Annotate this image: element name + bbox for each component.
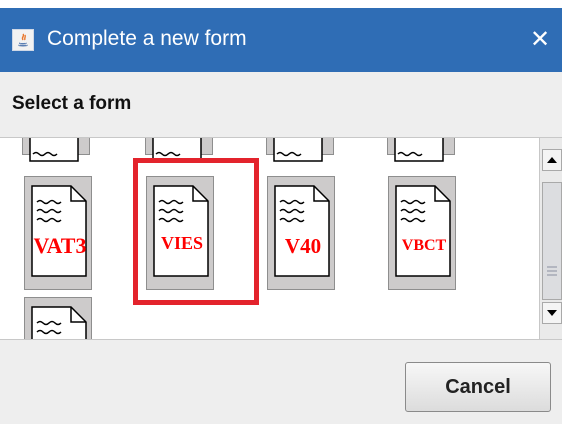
document-icon <box>29 138 79 162</box>
scroll-thumb[interactable] <box>542 182 562 300</box>
vertical-scrollbar[interactable] <box>539 138 562 339</box>
java-icon <box>12 29 34 51</box>
close-button[interactable]: ✕ <box>518 8 562 72</box>
form-tile-partial[interactable] <box>145 138 213 162</box>
selection-highlight <box>133 158 259 305</box>
document-icon <box>394 138 444 162</box>
document-icon <box>273 138 323 162</box>
scroll-down-button[interactable] <box>542 302 562 324</box>
title-bar: Complete a new form ✕ <box>0 8 562 72</box>
scroll-up-button[interactable] <box>542 149 562 171</box>
arrow-up-icon <box>547 157 557 163</box>
form-label: VAT3 <box>33 233 87 258</box>
document-icon <box>31 185 87 277</box>
form-tile-partial[interactable] <box>387 138 455 162</box>
form-tile-vbct[interactable]: VBCT <box>388 176 456 290</box>
form-tile-vat3[interactable]: VAT3 <box>24 176 92 290</box>
form-tile-v40[interactable]: V40 <box>267 176 335 290</box>
grip-icon <box>547 266 557 276</box>
form-label: VBCT <box>401 237 447 254</box>
form-tile-partial[interactable] <box>266 138 334 162</box>
header-panel: Select a form <box>0 72 562 138</box>
button-bar: Cancel <box>0 339 562 424</box>
document-icon <box>395 185 451 277</box>
cancel-button[interactable]: Cancel <box>405 362 551 412</box>
form-grid[interactable]: VAT3 VIES V40 VBCT <box>0 138 562 339</box>
arrow-down-icon <box>547 310 557 316</box>
form-tile-partial[interactable] <box>22 138 90 162</box>
section-heading: Select a form <box>12 93 132 114</box>
window-title: Complete a new form <box>47 27 247 50</box>
document-icon <box>31 306 87 339</box>
form-label: V40 <box>284 234 322 258</box>
document-icon <box>274 185 330 277</box>
form-tile-partial[interactable] <box>24 297 92 339</box>
close-icon: ✕ <box>529 26 551 53</box>
